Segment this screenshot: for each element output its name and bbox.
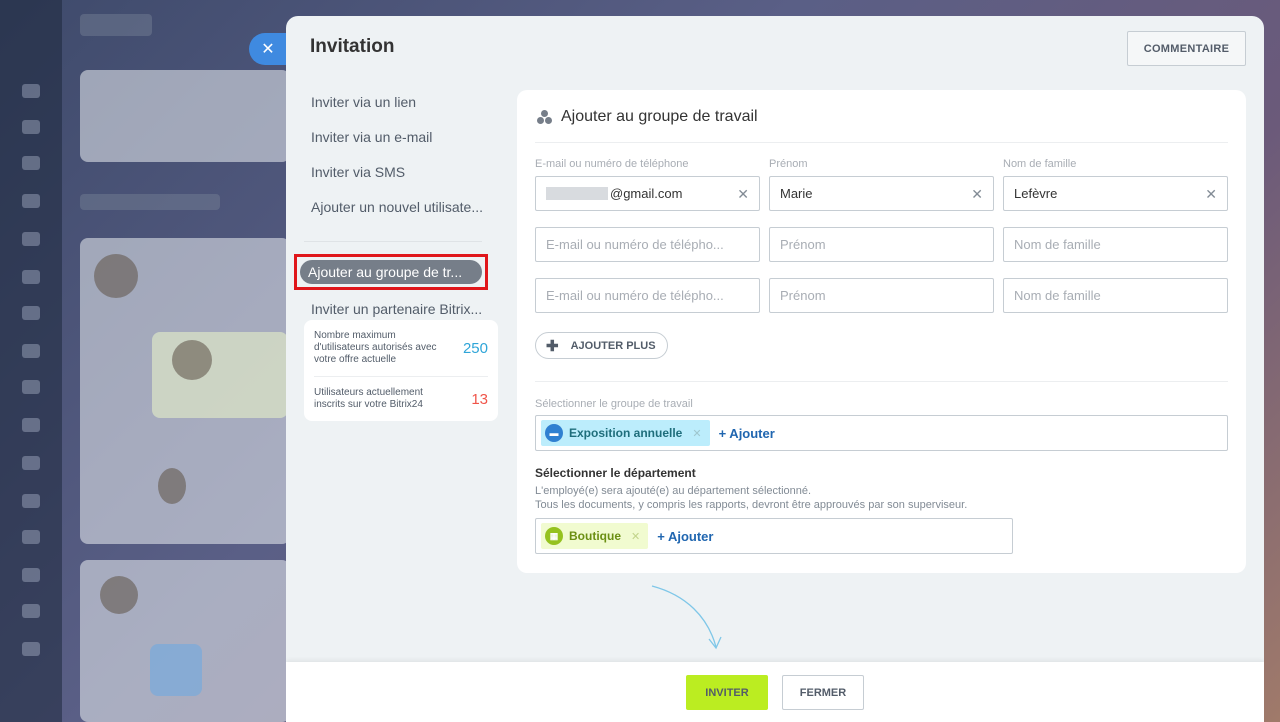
first-name-label: Prénom [769,158,808,170]
workgroup-tag: ▬ Exposition annuelle ✕ [541,420,710,446]
clear-icon[interactable]: ✕ [737,186,749,203]
first-name-field[interactable]: Prénom [769,278,994,313]
department-description: L'employé(e) sera ajouté(e) au départeme… [535,485,967,513]
first-name-field[interactable]: Marie ✕ [769,176,994,211]
close-button[interactable]: FERMER [782,675,864,710]
last-name-field[interactable]: Nom de famille [1003,278,1228,313]
current-users-label: Utilisateurs actuellement inscrits sur v… [314,387,423,410]
menu-item-sms[interactable]: Inviter via SMS [302,154,500,189]
last-name-field[interactable]: Nom de famille [1003,227,1228,262]
menu-divider [304,241,482,242]
max-users-label: Nombre maximum d'utilisateurs autorisés … [314,330,437,365]
first-name-field[interactable]: Prénom [769,227,994,262]
department-title: Sélectionner le département [535,466,696,480]
menu-item-new-user[interactable]: Ajouter un nouvel utilisate... [302,189,500,224]
last-name-value: Lefèvre [1014,186,1058,201]
footer-bar: INVITER FERMER [286,662,1264,722]
user-stats: Nombre maximum d'utilisateurs autorisés … [304,320,498,421]
last-name-field[interactable]: Lefèvre ✕ [1003,176,1228,211]
group-icon [537,110,553,124]
add-department-link[interactable]: + Ajouter [657,529,713,544]
email-field[interactable]: @gmail.com ✕ [535,176,760,211]
current-users-value: 13 [471,390,488,408]
clear-icon[interactable]: ✕ [1205,186,1217,203]
email-field[interactable]: E-mail ou numéro de télépho... [535,278,760,313]
remove-tag-icon[interactable]: ✕ [631,530,640,543]
divider [535,142,1228,143]
invite-menu: Inviter via un lien Inviter via un e-mai… [294,84,500,326]
plus-icon: ✚ [546,337,559,355]
add-more-button[interactable]: ✚ AJOUTER PLUS [535,332,668,359]
form-title: Ajouter au groupe de travail [537,108,758,126]
workgroup-form-card: Ajouter au groupe de travail E-mail ou n… [517,90,1246,573]
workgroup-label: Sélectionner le groupe de travail [535,398,693,410]
page-title: Invitation [310,36,395,57]
close-icon: ✕ [261,41,275,58]
arrow-down-icon [651,585,722,650]
department-tag-label: Boutique [569,529,621,543]
workgroup-selector[interactable]: ▬ Exposition annuelle ✕ + Ajouter [535,415,1228,451]
email-field[interactable]: E-mail ou numéro de télépho... [535,227,760,262]
add-workgroup-link[interactable]: + Ajouter [719,426,775,441]
menu-item-link[interactable]: Inviter via un lien [302,84,500,119]
max-users-value: 250 [462,339,488,357]
divider [535,381,1228,382]
first-name-value: Marie [780,186,813,201]
close-slider-button[interactable]: ✕ [249,33,287,65]
department-desc-line1: L'employé(e) sera ajouté(e) au départeme… [535,485,812,497]
last-name-label: Nom de famille [1003,158,1077,170]
form-title-text: Ajouter au groupe de travail [561,108,758,125]
email-label: E-mail ou numéro de téléphone [535,158,689,170]
redacted-email [546,187,608,200]
invitation-slider: Invitation COMMENTAIRE Inviter via un li… [286,16,1264,722]
clear-icon[interactable]: ✕ [971,186,983,203]
comment-button[interactable]: COMMENTAIRE [1127,31,1246,66]
remove-tag-icon[interactable]: ✕ [692,427,701,440]
department-desc-line2: Tous les documents, y compris les rappor… [535,498,968,511]
add-more-label: AJOUTER PLUS [570,339,656,352]
background-sidebar [0,0,62,722]
folder-icon: ▬ [545,424,563,442]
department-tag: ▦ Boutique ✕ [541,523,649,549]
building-icon: ▦ [545,527,563,545]
department-selector[interactable]: ▦ Boutique ✕ + Ajouter [535,518,1013,554]
invite-button[interactable]: INVITER [686,675,768,710]
email-value: @gmail.com [610,186,683,201]
workgroup-tag-label: Exposition annuelle [569,426,683,440]
highlight-box: Ajouter au groupe de tr... [294,254,488,290]
menu-item-workgroup[interactable]: Ajouter au groupe de tr... [300,260,482,284]
menu-item-email[interactable]: Inviter via un e-mail [302,119,500,154]
